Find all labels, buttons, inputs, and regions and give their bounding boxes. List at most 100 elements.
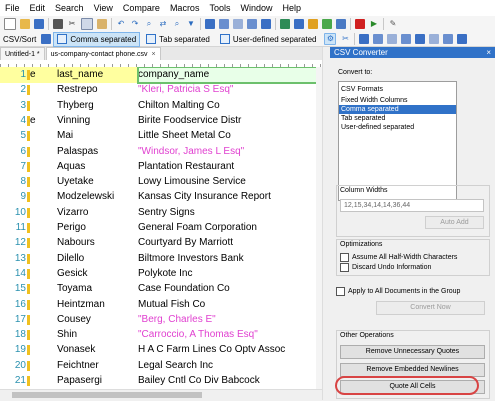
csv-sort-icon[interactable] [41,34,52,44]
cell-last-name[interactable]: Thyberg [57,98,135,114]
compare-icon[interactable] [261,19,271,29]
outline-icon[interactable] [280,19,290,29]
remove-embedded-newlines-button[interactable]: Remove Embedded Newlines [340,363,485,377]
cell-company-name[interactable]: Legal Search Inc [138,358,318,374]
menu-help[interactable]: Help [277,3,306,13]
open-folder-icon[interactable] [20,19,30,29]
cell-last-name[interactable]: Toyama [57,281,135,297]
format-item-tab-separated[interactable]: Tab separated [339,114,456,123]
tile-icon[interactable] [233,19,243,29]
cell-last-name[interactable]: Uyetake [57,174,135,190]
cell-last-name[interactable]: Vonasek [57,342,135,358]
cell-last-name[interactable]: Cousey [57,312,135,328]
remove-unnecessary-quotes-button[interactable]: Remove Unnecessary Quotes [340,345,485,359]
print-icon[interactable] [53,19,63,29]
cell-last-name[interactable]: Restrepo [57,82,135,98]
cell-first-name[interactable]: e [30,67,54,83]
menu-compare[interactable]: Compare [118,3,165,13]
filter-icon[interactable]: ▼ [186,19,196,29]
table-row[interactable]: 21 Papasergi Bailey Cntl Co Div Babcock [0,373,316,389]
cell-last-name[interactable]: last_name [57,67,135,83]
cascade-icon[interactable] [247,19,257,29]
cell-company-name[interactable]: "Windsor, James L Esq" [138,144,318,160]
scrollbar-thumb[interactable] [12,392,202,398]
cell-company-name[interactable]: "Carroccio, A Thomas Esq" [138,327,318,343]
cell-last-name[interactable]: Modzelewski [57,189,135,205]
table-row[interactable]: 18 Shin "Carroccio, A Thomas Esq" [0,327,316,343]
cell-company-name[interactable]: H A C Farm Lines Co Optv Assoc [138,342,318,358]
cut-icon[interactable]: ✂ [67,19,77,29]
csv-tools-icon[interactable]: ✂ [340,34,350,44]
cell-company-name[interactable]: Case Foundation Co [138,281,318,297]
panel-close-icon[interactable]: × [486,47,491,58]
convert-now-button[interactable]: Convert Now [376,301,485,315]
highlight-icon[interactable] [308,19,318,29]
delete-column-icon[interactable] [401,34,412,44]
cell-last-name[interactable]: Feichtner [57,358,135,374]
tab-close-icon[interactable]: × [152,51,156,58]
table-row[interactable]: 10 Vizarro Sentry Signs [0,205,316,221]
table-row[interactable]: 6 Palaspas "Windsor, James L Esq" [0,144,316,160]
new-file-icon[interactable] [4,18,16,30]
tools-icon[interactable]: ✎ [388,19,398,29]
cell-company-name[interactable]: Little Sheet Metal Co [138,128,318,144]
menu-macros[interactable]: Macros [165,3,205,13]
convert-format-list[interactable]: CSV Formats Fixed Width Columns Comma se… [338,81,457,201]
assume-half-width-checkbox[interactable]: Assume All Half-Width Characters [340,253,457,262]
cell-company-name[interactable]: "Kleri, Patricia S Esq" [138,82,318,98]
brackets-icon[interactable] [322,19,332,29]
paste-icon[interactable] [97,19,107,29]
table-row[interactable]: 16 Heintzman Mutual Fish Co [0,297,316,313]
tab-us-company-contact-phone[interactable]: us-company-contact phone.csv × [45,47,161,60]
table-row[interactable]: 7 Aquas Plantation Restaurant [0,159,316,175]
sort-icon[interactable] [457,34,468,44]
cell-company-name[interactable]: Bailey Cntl Co Div Babcock [138,373,318,389]
cell-last-name[interactable]: Aquas [57,159,135,175]
mode-tab-separated[interactable]: Tab separated [142,32,214,47]
csv-options-icon[interactable]: ⚙ [324,33,337,45]
cell-last-name[interactable]: Shin [57,327,135,343]
table-row[interactable]: 20 Feichtner Legal Search Inc [0,358,316,374]
format-item-csv-formats[interactable]: CSV Formats [339,85,456,94]
menu-window[interactable]: Window [235,3,277,13]
cell-last-name[interactable]: Vinning [57,113,135,129]
csv-editor[interactable]: 1 e last_name company_name 2 Restrepo "Kleri, … [0,67,322,389]
table-row[interactable]: 11 Perigo General Foam Corporation [0,220,316,236]
cell-last-name[interactable]: Dilello [57,251,135,267]
table-row[interactable]: 14 Gesick Polykote Inc [0,266,316,282]
format-item-user-defined[interactable]: User-defined separated [339,123,456,132]
window-icon[interactable] [205,19,215,29]
bookmark-icon[interactable] [336,19,346,29]
editor-horizontal-scrollbar[interactable] [0,389,322,401]
cell-company-name[interactable]: Sentry Signs [138,205,318,221]
table-row[interactable]: 4 e Vinning Birite Foodservice Distr [0,113,316,129]
table-row[interactable]: 3 Thyberg Chilton Malting Co [0,98,316,114]
cell-company-name[interactable]: Plantation Restaurant [138,159,318,175]
record-macro-icon[interactable] [355,19,365,29]
cell-company-name[interactable]: Kansas City Insurance Report [138,189,318,205]
column-icon[interactable] [373,34,384,44]
cell-last-name[interactable]: Palaspas [57,144,135,160]
table-row[interactable]: 19 Vonasek H A C Farm Lines Co Optv Assoc [0,342,316,358]
cell-company-name[interactable]: "Berg, Charles E" [138,312,318,328]
cell-last-name[interactable]: Heintzman [57,297,135,313]
cell-last-name[interactable]: Perigo [57,220,135,236]
cell-company-name[interactable]: Courtyard By Marriott [138,235,318,251]
save-icon[interactable] [34,19,44,29]
table-row[interactable]: 15 Toyama Case Foundation Co [0,281,316,297]
table-row[interactable]: 9 Modzelewski Kansas City Insurance Report [0,189,316,205]
menu-file[interactable]: File [0,3,25,13]
auto-add-button[interactable]: Auto Add [425,216,484,229]
table-row[interactable]: 13 Dilello Biltmore Investors Bank [0,251,316,267]
cell-company-name[interactable]: Biltmore Investors Bank [138,251,318,267]
discard-undo-checkbox[interactable]: Discard Undo Information [340,263,431,272]
mode-user-defined-separated[interactable]: User-defined separated [216,32,321,47]
tab-untitled-1[interactable]: Untitled-1 * [0,47,45,60]
format-icon[interactable] [429,34,440,44]
table-view-icon[interactable] [359,34,370,44]
cell-last-name[interactable]: Papasergi [57,373,135,389]
run-macro-icon[interactable]: ▶ [369,19,379,29]
cell-last-name[interactable]: Gesick [57,266,135,282]
cell-first-name[interactable]: e [30,113,54,129]
cell-company-name[interactable]: company_name [137,67,319,84]
